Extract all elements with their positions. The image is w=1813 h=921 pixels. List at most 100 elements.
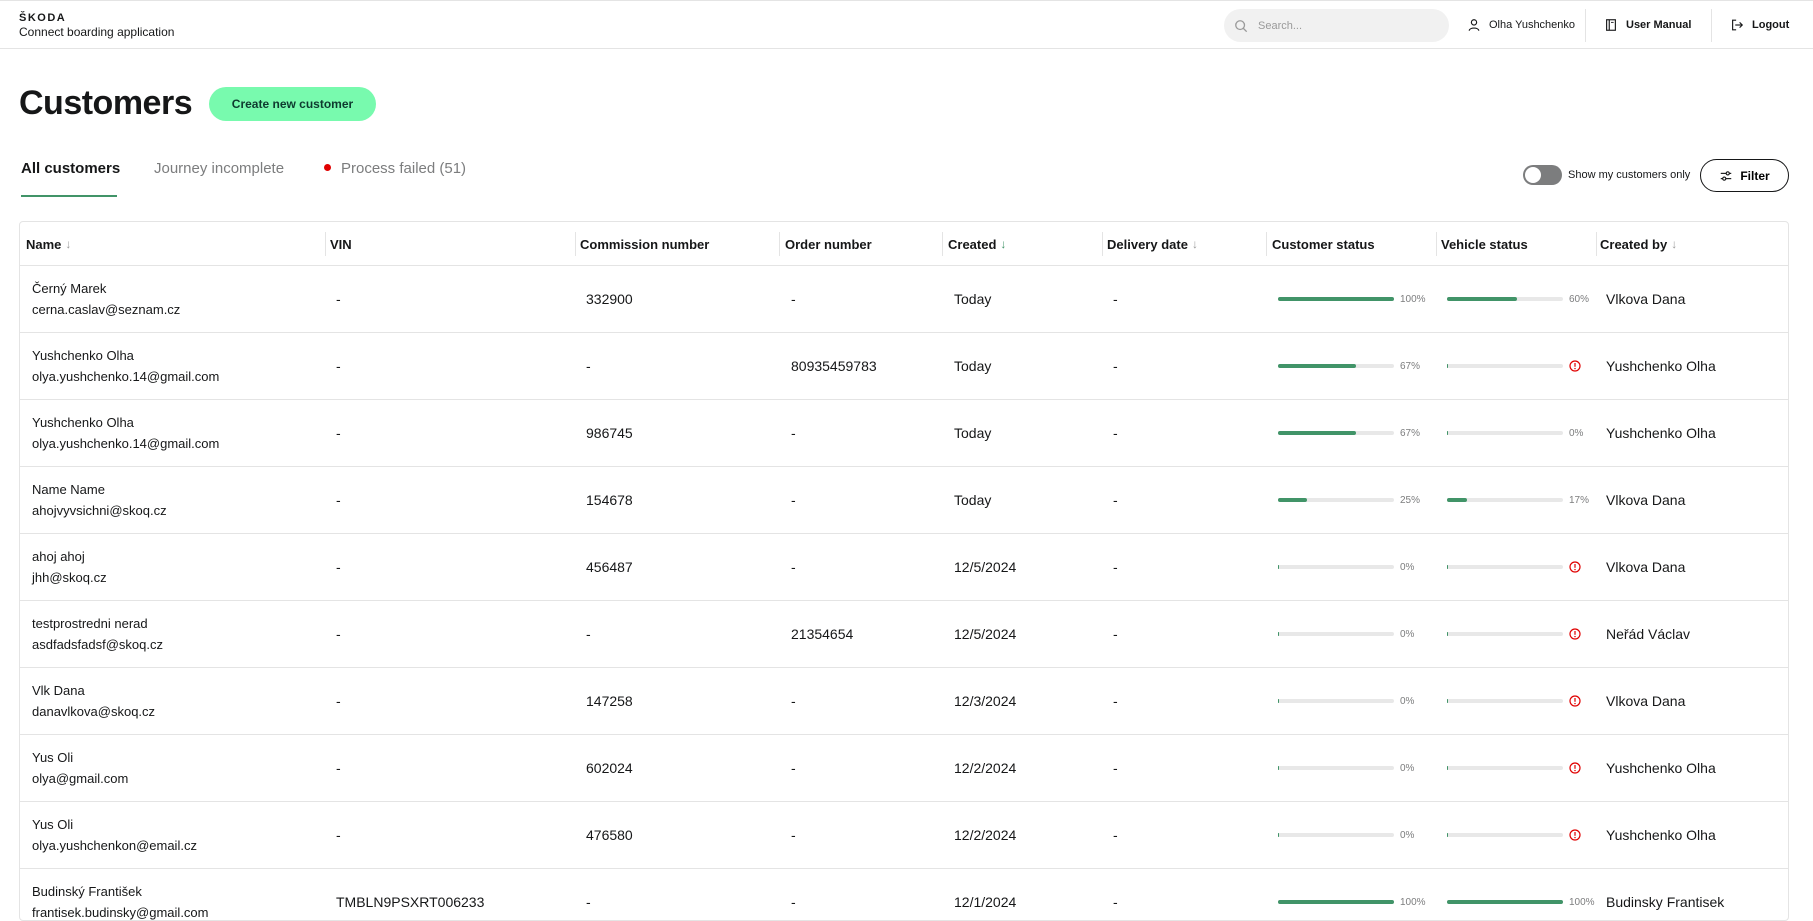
progress-fill	[1278, 900, 1394, 904]
table-row[interactable]: Name Name ahojvyvsichni@skoq.cz - 154678 - To…	[20, 467, 1788, 534]
progress-bar	[1447, 699, 1563, 703]
created-by-cell: Vlkova Dana	[1606, 492, 1686, 508]
table-row[interactable]: testprostredni nerad asdfadsfadsf@skoq.cz…	[20, 601, 1788, 668]
created-by-cell: Yushchenko Olha	[1606, 827, 1716, 843]
commission-cell: 456487	[586, 559, 633, 575]
customer-status-cell: 0%	[1278, 668, 1414, 734]
created-by-cell: Budinsky Frantisek	[1606, 894, 1725, 910]
tab-all-customers[interactable]: All customers	[21, 160, 120, 197]
column-divider[interactable]	[575, 232, 576, 256]
customer-email: frantisek.budinsky@gmail.com	[32, 905, 209, 920]
customer-email: olya.yushchenkon@email.cz	[32, 838, 197, 853]
progress-percent: 100%	[1400, 293, 1426, 305]
active-tab-indicator	[21, 195, 117, 197]
search-box[interactable]	[1224, 9, 1449, 42]
commission-cell: 476580	[586, 827, 633, 843]
table-row[interactable]: Yus Oli olya@gmail.com - 602024 - 12/2/2024 - Y…	[20, 735, 1788, 802]
column-divider[interactable]	[1596, 232, 1597, 256]
created-by-cell: Yushchenko Olha	[1606, 425, 1716, 441]
created-cell: 12/2/2024	[954, 827, 1017, 843]
progress-fill	[1447, 565, 1449, 569]
column-divider[interactable]	[1266, 232, 1267, 256]
name-cell: Černý Marek cerna.caslav@seznam.cz	[32, 266, 180, 332]
progress-bar	[1447, 632, 1563, 636]
sort-arrow-icon[interactable]: ↓	[65, 237, 71, 251]
order-cell: -	[791, 693, 796, 709]
customer-status-cell: 67%	[1278, 333, 1420, 399]
error-icon[interactable]	[1569, 561, 1581, 573]
column-divider[interactable]	[1436, 232, 1437, 256]
table-row[interactable]: ahoj ahoj jhh@skoq.cz - 456487 - 12/5/2024 - Vl…	[20, 534, 1788, 601]
sort-arrow-icon[interactable]: ↓	[1000, 237, 1006, 251]
customer-status-cell: 0%	[1278, 735, 1414, 801]
progress-percent: 0%	[1400, 762, 1415, 774]
delivery-cell: -	[1113, 760, 1118, 776]
search-icon	[1235, 19, 1248, 32]
column-header[interactable]: Delivery date ↓	[1107, 222, 1198, 266]
progress-percent: 0%	[1400, 561, 1415, 573]
filter-icon	[1721, 170, 1732, 181]
column-divider[interactable]	[325, 232, 326, 256]
created-cell: Today	[954, 291, 992, 307]
user-profile[interactable]: Olha Yushchenko	[1467, 1, 1575, 48]
logout-button[interactable]: Logout	[1730, 1, 1789, 48]
table-row[interactable]: Budinský František frantisek.budinsky@gma…	[20, 869, 1788, 920]
error-dot-icon	[324, 163, 331, 171]
commission-cell: -	[586, 358, 591, 374]
delivery-cell: -	[1113, 894, 1118, 910]
progress-fill	[1278, 766, 1280, 770]
column-header[interactable]: Created by ↓	[1600, 222, 1677, 266]
progress-fill	[1278, 297, 1394, 301]
user-manual-link[interactable]: User Manual	[1604, 1, 1691, 48]
delivery-cell: -	[1113, 492, 1118, 508]
commission-cell: 602024	[586, 760, 633, 776]
sort-arrow-icon[interactable]: ↓	[1671, 237, 1677, 251]
column-divider[interactable]	[1102, 232, 1103, 256]
error-icon[interactable]	[1569, 695, 1581, 707]
progress-bar	[1447, 833, 1563, 837]
progress-fill	[1447, 364, 1449, 368]
table-row[interactable]: Yushchenko Olha olya.yushchenko.14@gmail.…	[20, 400, 1788, 467]
commission-cell: -	[586, 626, 591, 642]
table-row[interactable]: Černý Marek cerna.caslav@seznam.cz - 332900…	[20, 266, 1788, 333]
error-icon[interactable]	[1569, 829, 1581, 841]
column-divider[interactable]	[942, 232, 943, 256]
filter-button[interactable]: Filter	[1700, 159, 1789, 192]
table-row[interactable]: Yus Oli olya.yushchenkon@email.cz - 476580 -…	[20, 802, 1788, 869]
created-cell: 12/1/2024	[954, 894, 1017, 910]
delivery-cell: -	[1113, 291, 1118, 307]
table-row[interactable]: Yushchenko Olha olya.yushchenko.14@gmail.…	[20, 333, 1788, 400]
customer-email: cerna.caslav@seznam.cz	[32, 302, 181, 317]
my-customers-toggle[interactable]: Show my customers only	[1523, 165, 1690, 185]
commission-cell: 332900	[586, 291, 633, 307]
progress-fill	[1278, 699, 1280, 703]
table-row[interactable]: Vlk Dana danavlkova@skoq.cz - 147258 - 12/3/2…	[20, 668, 1788, 735]
tab-journey-incomplete[interactable]: Journey incomplete	[154, 160, 284, 197]
toggle-label: Show my customers only	[1568, 169, 1691, 181]
column-header[interactable]: Name ↓	[26, 222, 71, 266]
create-customer-button[interactable]: Create new customer	[209, 87, 376, 121]
sort-arrow-icon[interactable]: ↓	[1192, 237, 1198, 251]
brand[interactable]: ŠKODA Connect boarding application	[19, 13, 174, 40]
commission-cell: 986745	[586, 425, 633, 441]
progress-bar	[1447, 364, 1563, 368]
error-icon[interactable]	[1569, 762, 1581, 774]
created-cell: 12/2/2024	[954, 760, 1017, 776]
search-input[interactable]	[1258, 19, 1428, 32]
customer-name: Yushchenko Olha	[32, 415, 134, 430]
logout-icon	[1732, 19, 1744, 30]
toggle-switch[interactable]	[1523, 165, 1562, 185]
error-icon[interactable]	[1569, 360, 1581, 372]
progress-percent: 60%	[1569, 293, 1590, 305]
tab-process-failed[interactable]: Process failed (51)	[324, 160, 466, 197]
column-divider[interactable]	[779, 232, 780, 256]
customer-name: Vlk Dana	[32, 683, 85, 698]
column-header[interactable]: Created ↓	[948, 222, 1006, 266]
column-header-label: Order number	[785, 236, 872, 252]
error-icon[interactable]	[1569, 628, 1581, 640]
created-cell: Today	[954, 492, 992, 508]
progress-fill	[1278, 431, 1356, 435]
progress-fill	[1278, 833, 1280, 837]
tab-label: Journey incomplete	[154, 160, 285, 177]
customer-email: asdfadsfadsf@skoq.cz	[32, 637, 163, 652]
